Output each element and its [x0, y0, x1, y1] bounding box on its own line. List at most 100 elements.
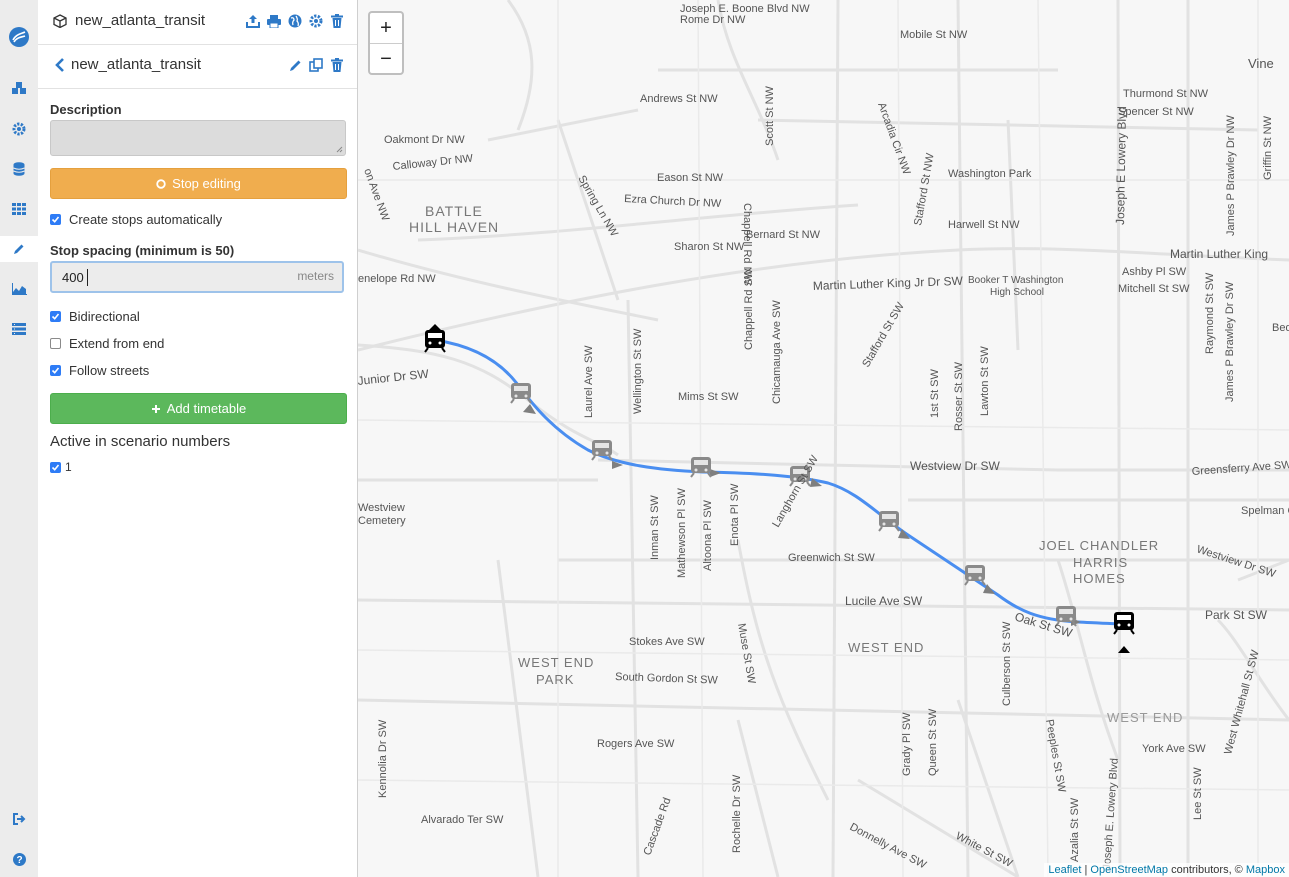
extend-label: Extend from end — [69, 336, 165, 351]
stop-icon[interactable] — [510, 383, 532, 404]
bidirectional-label: Bidirectional — [69, 309, 140, 324]
scenario-number: 1 — [65, 460, 72, 474]
zoom-control: + − — [368, 11, 404, 75]
map-label: on Ave NW — [361, 167, 391, 223]
map-label: Park St SW — [1205, 608, 1268, 622]
resize-handle-icon[interactable] — [336, 146, 343, 153]
checkbox-checked-icon[interactable] — [50, 365, 61, 376]
zoom-out-button[interactable]: − — [370, 44, 402, 74]
map-label: Joseph E Lowery Blvd — [1113, 106, 1129, 225]
edit-icon[interactable] — [0, 236, 38, 262]
map-canvas[interactable]: Joseph E. Boone Blvd NW Rome Dr NW Mobil… — [358, 0, 1289, 877]
gear-icon[interactable] — [308, 12, 324, 30]
svg-text:?: ? — [16, 855, 22, 866]
zoom-in-button[interactable]: + — [370, 13, 402, 44]
delete-icon[interactable] — [329, 56, 345, 74]
map-label: Griffin St NW — [1262, 115, 1274, 180]
follow-streets-checkbox[interactable]: Follow streets — [50, 363, 149, 378]
map-label: Mitchell St SW — [1118, 283, 1190, 295]
leaflet-link[interactable]: Leaflet — [1048, 864, 1081, 876]
map-label: Mims St SW — [678, 391, 739, 403]
checkbox-checked-icon[interactable] — [50, 214, 61, 225]
map-label: Spencer St NW — [1118, 106, 1194, 118]
map-label: Enota Pl SW — [729, 483, 741, 546]
map-label: Chappell Rd NW — [741, 203, 753, 286]
mapbox-link[interactable]: Mapbox — [1246, 864, 1285, 876]
map-label: Spelman Coll — [1241, 505, 1289, 517]
copy-icon[interactable] — [308, 56, 324, 74]
plus-icon — [151, 404, 160, 413]
chevron-left-icon[interactable] — [52, 56, 68, 74]
database-icon[interactable] — [0, 156, 38, 182]
logo-icon[interactable] — [0, 24, 38, 50]
attribution-separator: | — [1084, 864, 1088, 876]
map-label: Alvarado Ter SW — [421, 814, 504, 826]
map-label: Rosser St SW — [953, 361, 965, 431]
help-icon[interactable]: ? — [0, 846, 38, 872]
map-label: South Gordon St SW — [615, 671, 719, 687]
map-label: Laurel Ave SW — [583, 345, 595, 418]
map-label: Stokes Ave SW — [629, 636, 705, 648]
upload-icon[interactable] — [245, 12, 261, 30]
terminal-stop-icon[interactable] — [1113, 612, 1135, 653]
map-label: Greensferry Ave SW — [1191, 459, 1289, 478]
bidirectional-checkbox[interactable]: Bidirectional — [50, 309, 140, 324]
map-label: York Ave SW — [1142, 743, 1206, 755]
logout-icon[interactable] — [0, 806, 38, 832]
checkbox-checked-icon[interactable] — [50, 461, 61, 473]
follow-streets-label: Follow streets — [69, 363, 150, 378]
settings-icon[interactable] — [0, 116, 38, 142]
add-timetable-label: Add timetable — [166, 401, 247, 416]
print-icon[interactable] — [266, 12, 282, 30]
description-field[interactable] — [50, 120, 346, 156]
map-label: Inman St SW — [649, 495, 661, 560]
checkbox-unchecked-icon[interactable] — [50, 338, 61, 349]
map-label: Martin Luther King — [1170, 247, 1268, 261]
create-stops-checkbox[interactable]: Create stops automatically — [50, 212, 222, 227]
map-attribution: Leaflet | OpenStreetMap contributors, © … — [1044, 863, 1289, 877]
map-label: Oakmont Dr NW — [384, 134, 465, 146]
map-label: WEST END — [518, 655, 594, 670]
stop-icon[interactable] — [878, 511, 900, 532]
map-label: Cascade Rd — [642, 796, 674, 857]
map-label: enelope Rd NW — [358, 273, 436, 285]
pencil-icon[interactable] — [287, 56, 303, 74]
map-label: Junior Dr SW — [358, 367, 430, 388]
stop-spacing-unit: meters — [297, 269, 334, 283]
analysis-icon[interactable] — [0, 276, 38, 302]
trash-icon[interactable] — [329, 12, 345, 30]
extend-from-end-checkbox[interactable]: Extend from end — [50, 336, 164, 351]
scenario-checkbox[interactable]: 1 — [50, 460, 72, 474]
map-label: BATTLE — [425, 203, 483, 219]
add-timetable-button[interactable]: Add timetable — [50, 393, 347, 424]
create-stops-label: Create stops automatically — [69, 212, 223, 227]
map-label: Bernard St NW — [746, 229, 821, 241]
modifications-icon[interactable] — [0, 76, 38, 102]
map-label: West Whitehall St SW — [1222, 648, 1262, 755]
checkbox-checked-icon[interactable] — [50, 311, 61, 322]
map-label: Ashby Pl SW — [1122, 266, 1187, 278]
globe-icon[interactable] — [287, 12, 303, 30]
modification-title: new_atlanta_transit — [71, 56, 202, 73]
map-label: Rome Dr NW — [680, 14, 746, 26]
regional-icon[interactable] — [0, 316, 38, 342]
grid-icon[interactable] — [0, 196, 38, 222]
map-label: Queen St SW — [927, 708, 939, 776]
stop-icon[interactable] — [964, 565, 986, 586]
stop-editing-label: Stop editing — [172, 176, 241, 191]
map-label: Lee St SW — [1192, 767, 1204, 820]
stop-spacing-input[interactable]: 400 meters — [50, 261, 344, 293]
osm-link[interactable]: OpenStreetMap — [1090, 864, 1168, 876]
map-label: Kennolia Dr SW — [377, 719, 389, 798]
map-label: Westview — [358, 502, 405, 514]
map[interactable]: Joseph E. Boone Blvd NW Rome Dr NW Mobil… — [358, 0, 1289, 877]
map-label: Cemetery — [358, 515, 406, 527]
stop-editing-button[interactable]: Stop editing — [50, 168, 347, 199]
map-label: Stafford St NW — [912, 152, 937, 227]
map-label: Harwell St NW — [948, 219, 1020, 231]
map-label: Azalia St SW — [1069, 797, 1081, 862]
project-header: new_atlanta_transit — [38, 0, 357, 45]
map-label: Donnelly Ave SW — [848, 821, 929, 872]
map-label: HOMES — [1073, 571, 1126, 586]
map-label: Chicamauga Ave SW — [771, 300, 783, 404]
